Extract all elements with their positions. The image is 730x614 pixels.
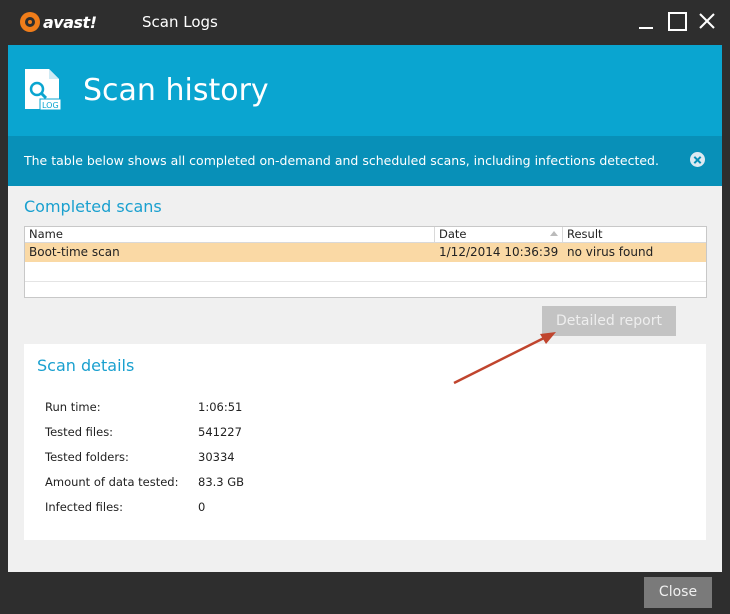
detail-label: Tested files: (45, 425, 114, 439)
close-icon (699, 13, 715, 29)
info-bar: The table below shows all completed on-d… (8, 136, 722, 186)
detail-value: 0 (198, 500, 206, 514)
column-header-date[interactable]: Date (435, 227, 563, 242)
close-window-button[interactable] (697, 11, 717, 31)
title-bar: avast! Scan Logs (0, 0, 730, 45)
log-file-icon: LOG (25, 69, 62, 111)
detail-value: 1:06:51 (198, 400, 243, 414)
empty-table-row (25, 262, 706, 282)
header-banner: LOG Scan history (8, 45, 722, 136)
minimize-button[interactable] (636, 11, 656, 31)
close-button[interactable]: Close (644, 577, 712, 608)
detail-label: Infected files: (45, 500, 124, 514)
scan-details-title: Scan details (37, 356, 135, 375)
avast-logo: avast! (20, 11, 97, 33)
scan-details-panel: Scan details Run time: 1:06:51 Tested fi… (24, 344, 706, 540)
detail-value: 83.3 GB (198, 475, 245, 489)
page-title: Scan history (83, 73, 269, 108)
detail-label: Amount of data tested: (45, 475, 179, 489)
brand-name: avast! (43, 12, 97, 32)
info-text: The table below shows all completed on-d… (24, 153, 659, 168)
table-header: Name Date Result (25, 227, 706, 243)
completed-scans-table: Name Date Result Boot-time scan 1/12/201… (24, 226, 707, 298)
window-title: Scan Logs (142, 13, 218, 31)
cell-name: Boot-time scan (29, 245, 120, 259)
scan-logs-window: avast! Scan Logs LOG Scan history The ta… (0, 0, 730, 614)
column-header-result[interactable]: Result (563, 227, 706, 242)
table-row[interactable]: Boot-time scan 1/12/2014 10:36:39 ... no… (25, 243, 706, 262)
detail-label: Run time: (45, 400, 101, 414)
footer: Close (0, 572, 730, 614)
sort-ascending-icon (550, 231, 558, 236)
completed-scans-title: Completed scans (24, 197, 162, 216)
detail-value: 30334 (198, 450, 235, 464)
avast-ball-icon (20, 12, 40, 32)
dismiss-info-button[interactable] (690, 152, 705, 167)
detail-value: 541227 (198, 425, 242, 439)
annotation-arrow-icon (453, 332, 556, 385)
log-icon-label: LOG (42, 101, 59, 110)
maximize-button[interactable] (667, 11, 687, 31)
column-header-date-label: Date (439, 227, 467, 241)
cell-result: no virus found (567, 245, 654, 259)
detail-label: Tested folders: (45, 450, 129, 464)
main-content: Completed scans Name Date Result Boot-ti… (8, 186, 722, 572)
column-header-name[interactable]: Name (25, 227, 435, 242)
cell-date: 1/12/2014 10:36:39 ... (439, 245, 563, 259)
